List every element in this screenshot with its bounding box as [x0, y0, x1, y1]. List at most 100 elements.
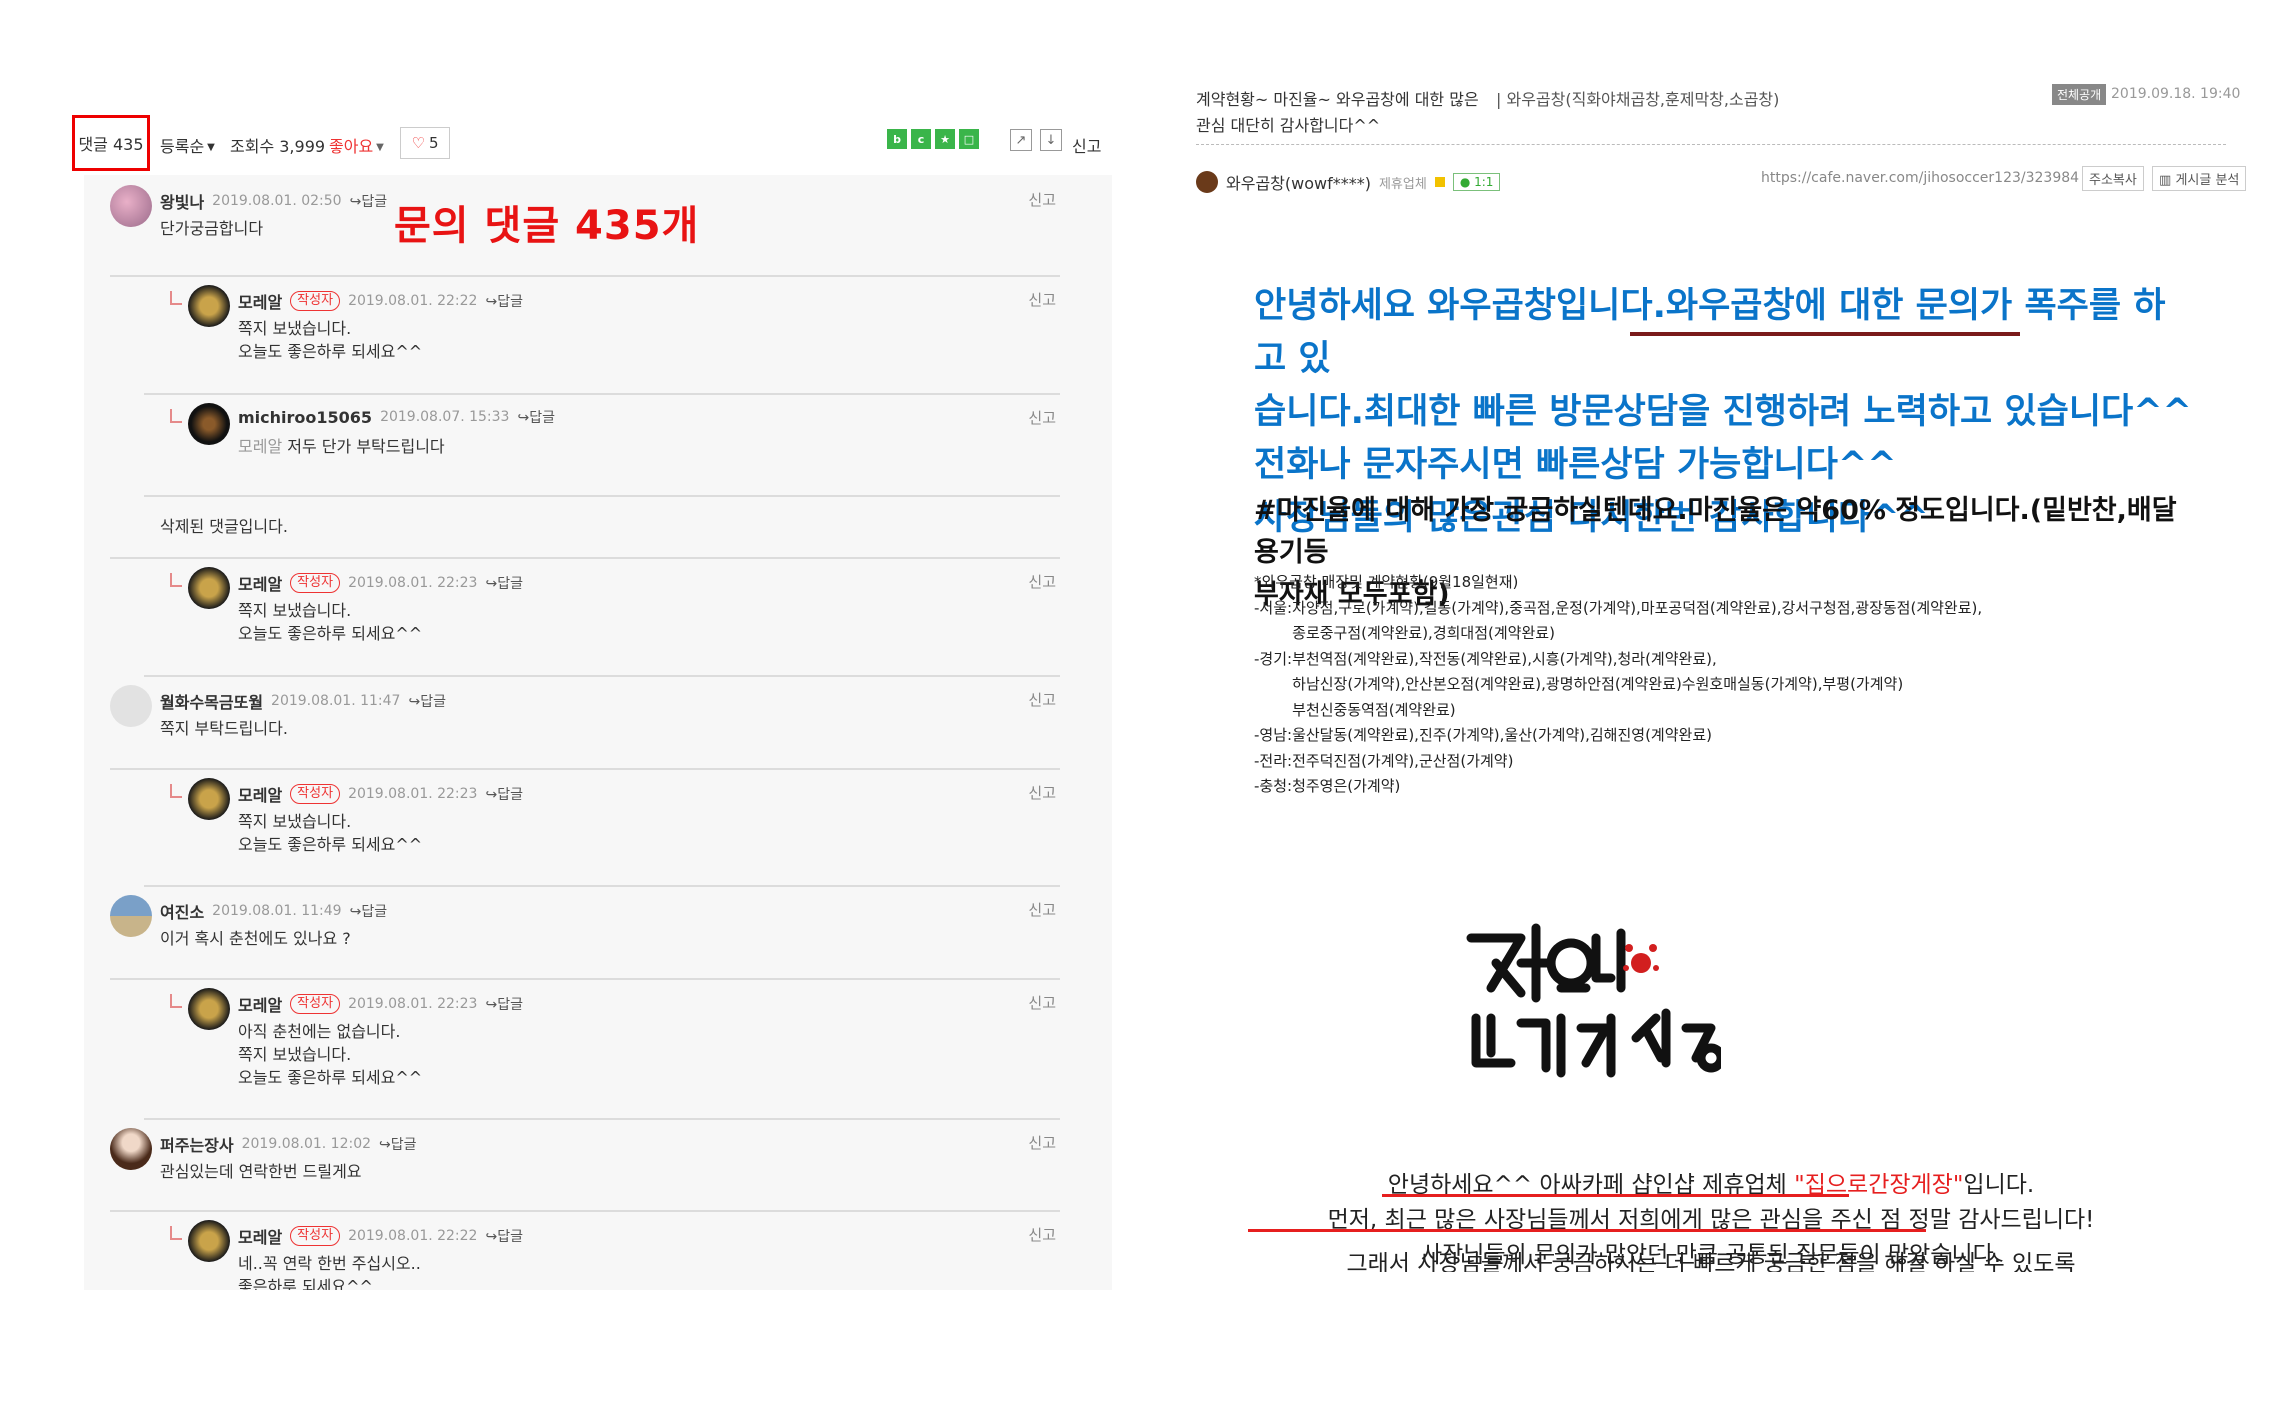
nickname[interactable]: 모레알 — [238, 1224, 282, 1248]
reply-button[interactable]: ↪답글 — [485, 994, 523, 1014]
comment-body: 쪽지 보냈습니다. 오늘도 좋은하루 되세요^^ — [238, 319, 423, 361]
comment-count: 댓글 435 — [78, 135, 144, 154]
report-button[interactable]: 신고 — [1028, 899, 1056, 920]
mention[interactable]: 모레알 — [238, 437, 282, 456]
copy-url-button[interactable]: 주소복사 — [2082, 166, 2144, 191]
like-sort-label: 좋아요 — [329, 137, 374, 156]
partner-line4-cut: 그래서 사장님들께서 궁금하시는 더 빠르게 궁금한 점을 해결 하실 수 있도… — [1196, 1250, 2226, 1272]
report-button[interactable]: 신고 — [1028, 407, 1056, 428]
avatar[interactable] — [110, 185, 152, 227]
chat-icon: ● — [1459, 175, 1471, 189]
save-icon[interactable]: ↓ — [1040, 129, 1062, 151]
reply-button[interactable]: ↪답글 — [379, 1134, 417, 1154]
report-button[interactable]: 신고 — [1028, 1224, 1056, 1245]
like-button[interactable]: ♡ 5 — [400, 127, 450, 159]
report-button[interactable]: 신고 — [1028, 1132, 1056, 1153]
avatar[interactable] — [110, 1128, 152, 1170]
header-divider — [1196, 144, 2226, 145]
comment-body: 이거 혹시 춘천에도 있나요 ? — [160, 929, 351, 948]
heart-icon: ♡ — [411, 134, 425, 152]
nickname[interactable]: 여진소 — [160, 899, 204, 923]
view-count: 조회수 3,999 — [230, 137, 326, 156]
blog-share-icon[interactable]: b — [887, 129, 907, 149]
avatar[interactable] — [188, 988, 230, 1030]
intro-line: 전화나 문자주시면 빠른상담 가능합니다^^ — [1254, 445, 1897, 485]
author-avatar-icon[interactable] — [1196, 171, 1218, 193]
list-item: *와우곱창 매장및 계약현황(9월18일현재) — [1254, 573, 1519, 591]
reply-button[interactable]: ↪답글 — [517, 407, 555, 427]
report-button[interactable]: 신고 — [1028, 289, 1056, 310]
keep-share-icon[interactable]: ★ — [935, 129, 955, 149]
chat-button[interactable]: ● 1:1 — [1452, 173, 1501, 191]
reply-button[interactable]: ↪답글 — [350, 191, 388, 211]
brand-logo — [1466, 923, 1721, 1078]
reply-button[interactable]: ↪답글 — [350, 901, 388, 921]
reply-button[interactable]: ↪답글 — [485, 784, 523, 804]
comment-item: 여진소 2019.08.01. 11:49 ↪답글 이거 혹시 춘천에도 있나요… — [110, 885, 1060, 980]
board-menu-link[interactable]: | 와우곱창(직화야채곱창,훈제막창,소곱창) — [1496, 86, 1779, 110]
post-panel: 계약현황~ 마진율~ 와우곱창에 대한 많은 관심 대단히 감사합니다^^ | … — [1196, 80, 2247, 1280]
report-button[interactable]: 신고 — [1028, 782, 1056, 803]
author-name[interactable]: 와우곱창(wowf****) — [1226, 170, 1371, 194]
store-status-list: *와우곱창 매장및 계약현황(9월18일현재) -서울:자양점,구로(가계약),… — [1254, 570, 2194, 800]
reply-item: 모레알 작성자 2019.08.01. 22:23 ↪답글 쪽지 보냈습니다. … — [144, 768, 1060, 887]
avatar[interactable] — [110, 685, 152, 727]
reply-button[interactable]: ↪답글 — [485, 291, 523, 311]
avatar[interactable] — [188, 1220, 230, 1262]
avatar[interactable] — [188, 778, 230, 820]
avatar[interactable] — [188, 567, 230, 609]
avatar[interactable] — [110, 895, 152, 937]
reply-label: 답글 — [497, 1229, 523, 1245]
comment-body: 아직 춘천에는 없습니다. 쪽지 보냈습니다. 오늘도 좋은하루 되세요^^ — [238, 1022, 423, 1087]
red-underline — [1248, 1229, 1926, 1232]
list-item: -전라:전주덕진점(가계약),군산점(가계약) — [1254, 751, 1514, 770]
comment-item: 월화수목금또월 2019.08.01. 11:47 ↪답글 쪽지 부탁드립니다.… — [110, 675, 1060, 770]
comment-body: 쪽지 부탁드립니다. — [160, 719, 288, 738]
reply-item: michiroo15065 2019.08.07. 15:33 ↪답글 모레알 … — [144, 393, 1060, 497]
post-analysis-button[interactable]: ▥ 게시글 분석 — [2152, 166, 2247, 191]
report-button[interactable]: 신고 — [1028, 571, 1056, 592]
avatar[interactable] — [188, 285, 230, 327]
partner-line2: 먼저, 최근 많은 사장님들께서 저희에게 많은 관심을 주신 점 정말 감사드… — [1327, 1207, 2095, 1233]
reply-indent-icon — [170, 573, 182, 587]
report-button[interactable]: 신고 — [1028, 689, 1056, 710]
reply-indent-icon — [170, 409, 182, 423]
partner-line1-end: 입니다. — [1963, 1172, 2035, 1198]
nickname[interactable]: 모레알 — [238, 782, 282, 806]
report-button[interactable]: 신고 — [1028, 992, 1056, 1013]
report-link[interactable]: 신고 — [1072, 133, 1101, 157]
comment-header: 여진소 2019.08.01. 11:49 ↪답글 — [160, 899, 387, 923]
cafe-share-icon[interactable]: c — [911, 129, 931, 149]
margin-line: #마진율에 대해 가장 궁금하실텐데요.마진율은 약60% 정도입니다.(밑반찬… — [1254, 495, 2177, 568]
author-badge: 작성자 — [290, 291, 341, 311]
nickname[interactable]: 모레알 — [238, 571, 282, 595]
nickname[interactable]: 월화수목금또월 — [160, 689, 263, 713]
reply-button[interactable]: ↪답글 — [485, 573, 523, 593]
share-icon[interactable]: ↗ — [1010, 129, 1032, 151]
post-title: 계약현황~ 마진율~ 와우곱창에 대한 많은 — [1196, 90, 1479, 109]
reply-button[interactable]: ↪답글 — [408, 691, 446, 711]
author-badge: 작성자 — [290, 1226, 341, 1246]
comment-count-highlight[interactable]: 댓글 435 — [72, 115, 150, 171]
reply-indent-icon — [170, 1226, 182, 1240]
reply-button[interactable]: ↪답글 — [485, 1226, 523, 1246]
reply-indent-icon — [170, 291, 182, 305]
intro-line: 습니다.최대한 빠른 방문상담을 진행하려 노력하고 있습니다^^ — [1254, 392, 2192, 432]
avatar[interactable] — [188, 403, 230, 445]
comment-item: 퍼주는장사 2019.08.01. 12:02 ↪답글 관심있는데 연락한번 드… — [110, 1118, 1060, 1212]
nickname[interactable]: 왕빛나 — [160, 189, 204, 213]
comment-date: 2019.08.01. 22:22 — [348, 1228, 478, 1244]
nickname[interactable]: michiroo15065 — [238, 408, 372, 427]
nickname[interactable]: 모레알 — [238, 289, 282, 313]
memo-share-icon[interactable]: □ — [959, 129, 979, 149]
like-sort[interactable]: 좋아요 ▼ — [329, 133, 384, 157]
nickname[interactable]: 퍼주는장사 — [160, 1132, 234, 1156]
comment-header: 월화수목금또월 2019.08.01. 11:47 ↪답글 — [160, 689, 446, 713]
sort-dropdown[interactable]: 등록순 ▼ — [160, 133, 215, 157]
nickname[interactable]: 모레알 — [238, 992, 282, 1016]
caret-down-icon: ▼ — [207, 142, 215, 153]
author-badge: 작성자 — [290, 573, 341, 593]
report-button[interactable]: 신고 — [1028, 189, 1056, 210]
comment-header: 모레알 작성자 2019.08.01. 22:23 ↪답글 — [238, 992, 523, 1016]
list-item: -경기:부천역점(계약완료),작전동(계약완료),시흥(가계약),청라(계약완료… — [1254, 649, 1717, 668]
